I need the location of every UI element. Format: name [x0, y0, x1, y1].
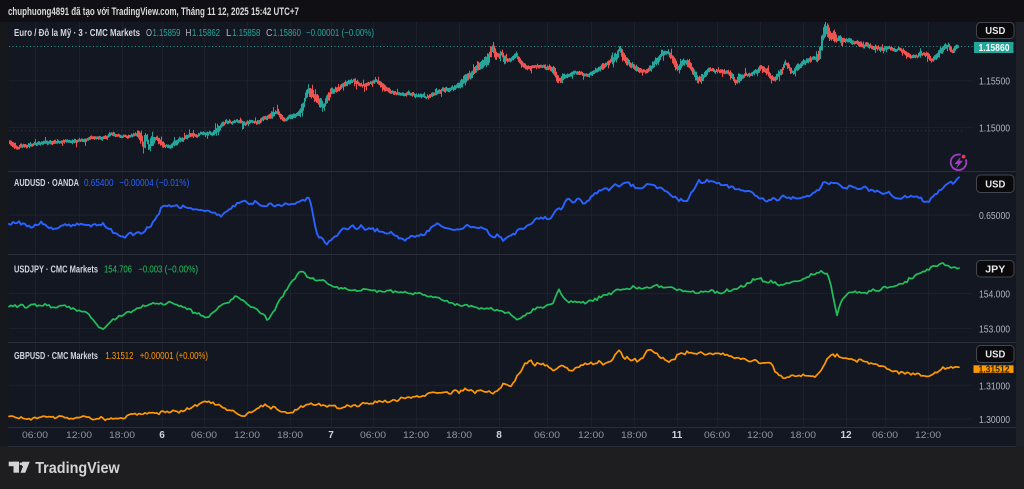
- svg-text:0.65400: 0.65400: [84, 178, 114, 189]
- svg-text:12:00: 12:00: [915, 430, 941, 441]
- svg-text:06:00: 06:00: [534, 430, 560, 441]
- svg-text:6: 6: [159, 430, 165, 441]
- svg-text:153.000: 153.000: [979, 325, 1010, 336]
- svg-text:18:00: 18:00: [790, 430, 816, 441]
- svg-text:USD: USD: [985, 350, 1005, 361]
- svg-text:H: H: [185, 28, 191, 39]
- svg-text:7: 7: [328, 430, 334, 441]
- svg-text:O: O: [146, 28, 152, 39]
- svg-text:TradingView: TradingView: [35, 460, 120, 477]
- svg-text:1.31000: 1.31000: [979, 381, 1010, 392]
- svg-text:06:00: 06:00: [360, 430, 386, 441]
- svg-text:1.15860: 1.15860: [979, 43, 1010, 54]
- svg-text:154.706: 154.706: [104, 265, 132, 276]
- svg-text:12:00: 12:00: [66, 430, 92, 441]
- svg-text:USD: USD: [985, 179, 1005, 190]
- svg-text:12:00: 12:00: [747, 430, 773, 441]
- svg-text:(−0.00%): (−0.00%): [165, 265, 199, 276]
- svg-text:154.000: 154.000: [979, 290, 1010, 301]
- svg-text:C: C: [266, 28, 273, 39]
- svg-text:1.15858: 1.15858: [232, 28, 260, 39]
- svg-text:L: L: [226, 28, 232, 39]
- svg-text:USDJPY · CMC Markets: USDJPY · CMC Markets: [14, 265, 98, 276]
- svg-text:12:00: 12:00: [578, 430, 604, 441]
- svg-text:(+0.00%): (+0.00%): [176, 351, 208, 362]
- svg-text:chuphuong4891 đã tạo với Tradi: chuphuong4891 đã tạo với TradingView.com…: [8, 6, 299, 18]
- svg-text:GBPUSD · CMC Markets: GBPUSD · CMC Markets: [14, 351, 98, 362]
- svg-text:06:00: 06:00: [872, 430, 898, 441]
- svg-text:1.15000: 1.15000: [979, 123, 1010, 134]
- svg-text:1.15862: 1.15862: [192, 28, 220, 39]
- svg-text:06:00: 06:00: [704, 430, 730, 441]
- svg-text:Euro / Đô la Mỹ · 3 · CMC Mark: Euro / Đô la Mỹ · 3 · CMC Markets: [14, 28, 140, 39]
- svg-text:JPY: JPY: [985, 264, 1005, 275]
- svg-text:18:00: 18:00: [109, 430, 135, 441]
- svg-text:12: 12: [840, 430, 852, 441]
- svg-text:1.15500: 1.15500: [979, 77, 1010, 88]
- svg-text:−0.00004 (−0.01%): −0.00004 (−0.01%): [119, 178, 189, 189]
- svg-text:−0.003: −0.003: [138, 265, 162, 276]
- svg-text:1.15859: 1.15859: [153, 28, 181, 39]
- svg-text:06:00: 06:00: [22, 430, 48, 441]
- svg-text:USD: USD: [985, 26, 1005, 37]
- svg-text:1.31512: 1.31512: [105, 351, 133, 362]
- svg-text:−0.00001 (−0.00%): −0.00001 (−0.00%): [306, 28, 374, 39]
- svg-text:12:00: 12:00: [403, 430, 429, 441]
- svg-text:06:00: 06:00: [191, 430, 217, 441]
- svg-text:+0.00001: +0.00001: [140, 351, 174, 362]
- svg-text:1.15860: 1.15860: [273, 28, 301, 39]
- svg-text:18:00: 18:00: [277, 430, 303, 441]
- svg-text:0.65000: 0.65000: [979, 211, 1010, 222]
- svg-text:8: 8: [496, 430, 502, 441]
- svg-text:12:00: 12:00: [234, 430, 260, 441]
- svg-text:18:00: 18:00: [621, 430, 647, 441]
- svg-text:18:00: 18:00: [446, 430, 472, 441]
- svg-text:AUDUSD · OANDA: AUDUSD · OANDA: [14, 178, 79, 189]
- svg-text:11: 11: [672, 430, 683, 441]
- svg-text:1.30000: 1.30000: [979, 415, 1010, 426]
